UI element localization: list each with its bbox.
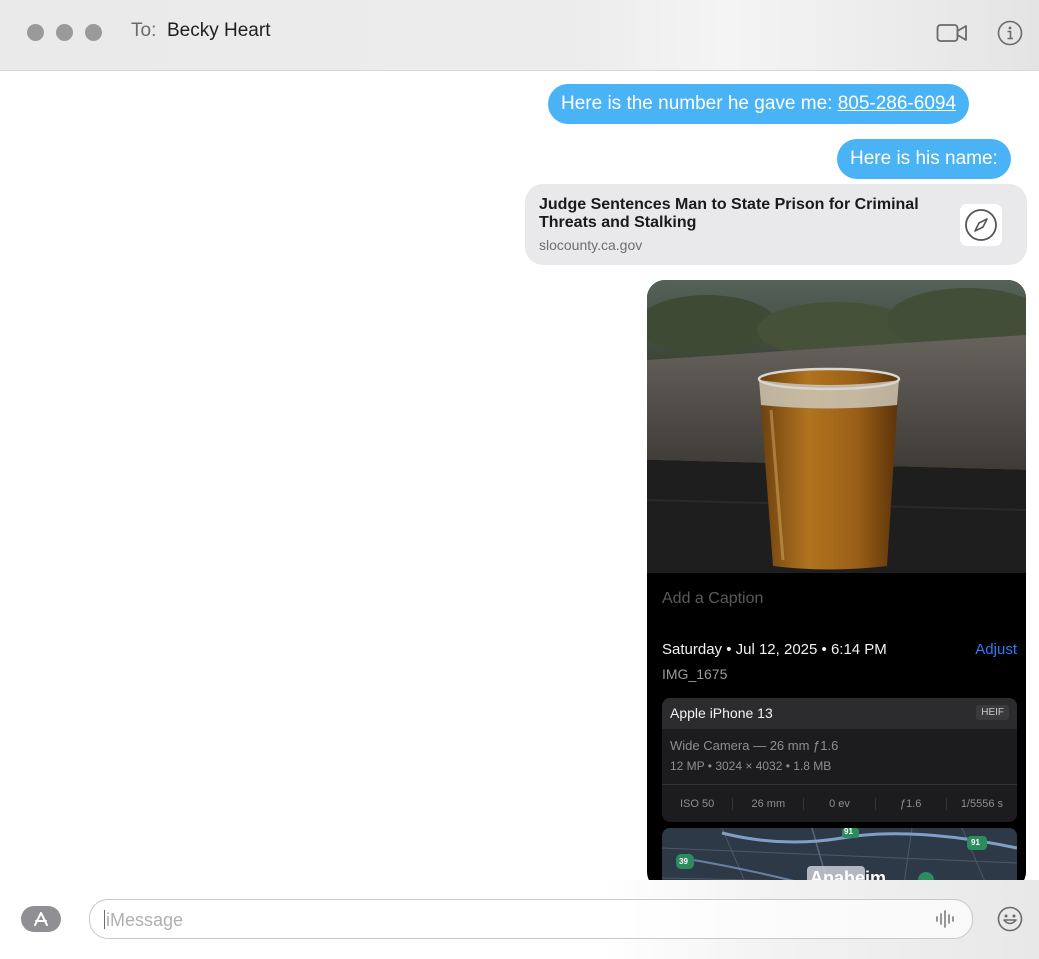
info-icon[interactable]	[997, 20, 1023, 46]
link-preview-domain: slocounty.ca.gov	[539, 237, 643, 253]
link-preview-title: Judge Sentences Man to State Prison for …	[539, 196, 919, 231]
phone-number-link[interactable]: 805-286-6094	[838, 93, 956, 114]
minimize-window-button[interactable]	[56, 24, 73, 41]
emoji-icon[interactable]	[997, 906, 1023, 932]
message-input-placeholder: iMessage	[106, 910, 184, 930]
format-badge: HEIF	[976, 705, 1009, 720]
camera-info-header: Apple iPhone 13 HEIF	[662, 698, 1017, 729]
map-shield-91: 91	[844, 828, 853, 836]
photo-filename: IMG_1675	[662, 666, 728, 682]
sent-message-bubble[interactable]: Here is the number he gave me: 805-286-6…	[548, 84, 970, 124]
message-text: Here is the number he gave me:	[561, 93, 838, 114]
audio-waveform-icon[interactable]	[934, 910, 956, 928]
title-bar: To: Becky Heart	[0, 0, 1039, 71]
recipient-name[interactable]: Becky Heart	[167, 20, 270, 42]
exif-aperture: ƒ1.6	[874, 798, 946, 810]
video-camera-icon[interactable]	[936, 21, 968, 45]
close-window-button[interactable]	[27, 24, 44, 41]
lens-info: Wide Camera — 26 mm ƒ1.6	[670, 738, 839, 753]
message-input[interactable]: iMessage	[89, 899, 973, 939]
map-shield-91b: 91	[971, 838, 980, 847]
exif-exposure-value: 0 ev	[803, 798, 874, 810]
caption-input[interactable]: Add a Caption	[662, 590, 763, 608]
sent-message-bubble[interactable]: Here is his name:	[837, 139, 1011, 179]
map-shield-39: 39	[679, 857, 688, 866]
camera-info-card: Apple iPhone 13 HEIF Wide Camera — 26 mm…	[662, 698, 1017, 822]
exif-focal-length: 26 mm	[732, 798, 803, 810]
camera-model: Apple iPhone 13	[670, 705, 773, 721]
compass-icon	[960, 204, 1002, 246]
zoom-window-button[interactable]	[85, 24, 102, 41]
to-label: To:	[131, 20, 157, 41]
app-store-icon[interactable]	[21, 906, 61, 932]
link-preview-card[interactable]: Judge Sentences Man to State Prison for …	[525, 184, 1027, 265]
exif-shutter-speed: 1/5556 s	[945, 798, 1017, 810]
text-cursor	[104, 910, 105, 929]
photo-date: Saturday • Jul 12, 2025 • 6:14 PM	[662, 641, 887, 658]
image-specs: 12 MP • 3024 × 4032 • 1.8 MB	[670, 759, 832, 773]
exif-iso: ISO 50	[679, 798, 715, 810]
adjust-button[interactable]: Adjust	[975, 641, 1017, 658]
screenshot-attachment[interactable]: Add a Caption Saturday • Jul 12, 2025 • …	[647, 280, 1026, 890]
message-text: Here is his name:	[850, 148, 998, 169]
exif-row: ISO 50 26 mm 0 ev ƒ1.6 1/5556 s	[662, 784, 1017, 822]
beer-glass-photo	[647, 280, 1026, 573]
